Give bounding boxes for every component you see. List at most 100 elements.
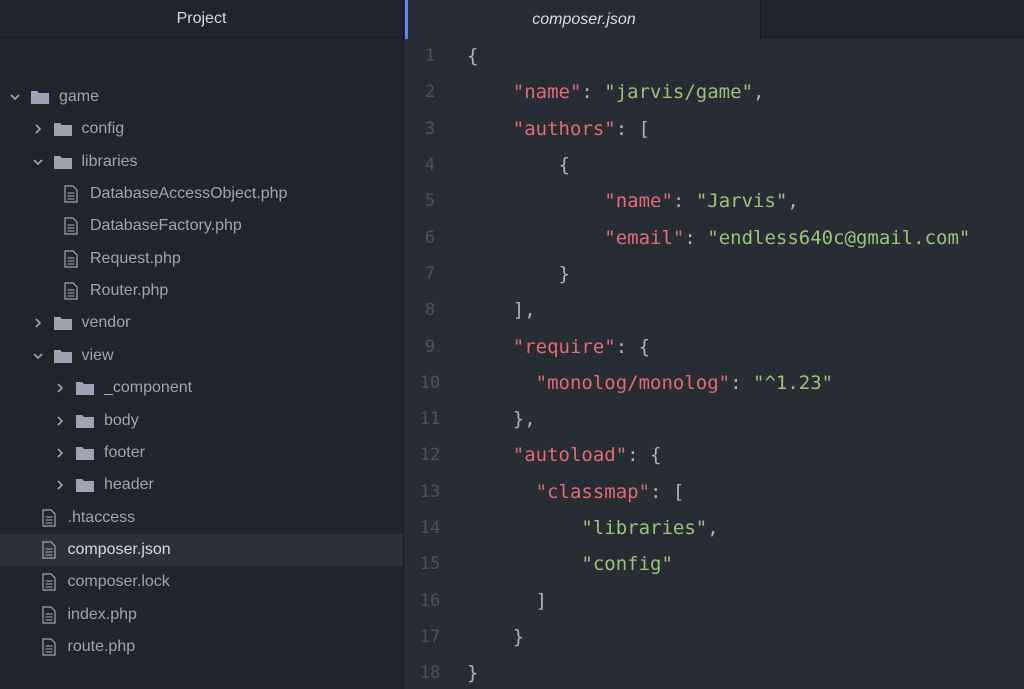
json-key-token: "email": [604, 226, 685, 249]
chevron-right-icon[interactable]: [53, 478, 67, 492]
tree-item-label: view: [81, 346, 114, 364]
code-line[interactable]: 8 ],: [405, 292, 1024, 328]
chevron-down-icon[interactable]: [31, 155, 45, 169]
tree-file-index-php[interactable]: index.php: [0, 599, 403, 631]
code-line[interactable]: 12 "autoload": {: [405, 437, 1024, 473]
file-text-icon: [61, 185, 81, 203]
code-line[interactable]: 13 "classmap": [: [405, 474, 1024, 510]
line-content: {: [455, 154, 570, 176]
tab-composer-json[interactable]: composer.json: [405, 0, 761, 39]
code-line[interactable]: 10 "monolog/monolog": "^1.23": [405, 365, 1024, 401]
json-key-token: "authors": [512, 117, 616, 140]
tree-view-panel: Project game config libraries DatabaseAcces…: [0, 0, 404, 689]
tree-file-htaccess[interactable]: .htaccess: [0, 502, 403, 534]
code-area[interactable]: 1{2 "name": "jarvis/game", 3 "authors": […: [405, 38, 1024, 689]
chevron-right-icon[interactable]: [31, 316, 45, 330]
code-line[interactable]: 9 "require": {: [405, 328, 1024, 364]
json-punctuation-token: ,: [787, 190, 799, 213]
line-content: }: [455, 263, 570, 285]
tree-folder-vendor[interactable]: vendor: [0, 307, 403, 339]
tree-item-label: route.php: [67, 637, 136, 655]
line-content: },: [455, 408, 536, 430]
tree-item-label: composer.lock: [67, 573, 170, 591]
chevron-down-icon[interactable]: [31, 349, 45, 363]
chevron-right-icon[interactable]: [31, 122, 45, 136]
tree-item-label: _component: [104, 379, 193, 397]
tree-item-label: header: [104, 476, 154, 494]
code-line[interactable]: 11 },: [405, 401, 1024, 437]
tree-item-label: body: [104, 411, 139, 429]
json-string-token: "libraries": [581, 517, 708, 540]
line-number: 8: [424, 300, 436, 321]
tree-item-label: libraries: [81, 152, 138, 170]
editor-pane: composer.json 1{2 "name": "jarvis/game",…: [405, 0, 1024, 689]
tree-item-label: index.php: [67, 605, 137, 623]
code-line[interactable]: 1{: [405, 38, 1024, 74]
tree-file-request-php[interactable]: Request.php: [0, 243, 403, 275]
code-line[interactable]: 18}: [405, 655, 1024, 689]
folder-icon: [75, 379, 95, 397]
file-text-icon: [39, 508, 59, 527]
code-line[interactable]: 16 ]: [405, 583, 1024, 619]
json-punctuation-token: }: [558, 262, 570, 285]
line-content: "authors": [: [455, 118, 650, 140]
tree-file-databaseaccessobject-php[interactable]: DatabaseAccessObject.php: [0, 178, 403, 210]
tree-file-databasefactory-php[interactable]: DatabaseFactory.php: [0, 210, 403, 242]
folder-icon: [53, 120, 73, 138]
line-content: }: [455, 626, 524, 648]
tree-folder-game[interactable]: game: [0, 81, 403, 113]
tree-item-label: Router.php: [90, 282, 169, 300]
tree-folder-header[interactable]: header: [0, 469, 403, 501]
line-number: 1: [424, 46, 436, 67]
tree-file-route-php[interactable]: route.php: [0, 631, 403, 663]
tree-file-composer-json[interactable]: composer.json: [0, 533, 403, 566]
code-line[interactable]: 2 "name": "jarvis/game",: [405, 74, 1024, 110]
json-punctuation-token: }: [467, 662, 479, 685]
tree-folder-libraries[interactable]: libraries: [0, 146, 403, 178]
tree-item-label: composer.json: [67, 540, 171, 558]
chevron-right-icon[interactable]: [53, 446, 67, 460]
line-number: 18: [419, 663, 441, 684]
chevron-right-icon[interactable]: [53, 414, 67, 428]
file-text-icon: [61, 282, 81, 300]
folder-icon: [30, 88, 50, 106]
tree-file-router-php[interactable]: Router.php: [0, 275, 403, 307]
code-line[interactable]: 3 "authors": [: [405, 111, 1024, 147]
code-line[interactable]: 17 }: [405, 619, 1024, 655]
tree-file-composer-lock[interactable]: composer.lock: [0, 566, 403, 598]
code-line[interactable]: 5 "name": "Jarvis",: [405, 183, 1024, 219]
tree-folder-component[interactable]: _component: [0, 372, 403, 404]
line-number: 6: [424, 227, 436, 248]
json-string-token: "jarvis/game": [604, 81, 754, 104]
code-line[interactable]: 14 "libraries",: [405, 510, 1024, 546]
line-content: ],: [455, 299, 536, 321]
line-number: 4: [424, 155, 436, 176]
line-number: 11: [419, 409, 441, 430]
tree-folder-footer[interactable]: footer: [0, 437, 403, 469]
project-panel-header[interactable]: Project: [0, 0, 403, 38]
tree-folder-view[interactable]: view: [0, 340, 403, 372]
tree-folder-body[interactable]: body: [0, 405, 403, 437]
code-line[interactable]: 6 "email": "endless640c@gmail.com": [405, 220, 1024, 256]
chevron-right-icon[interactable]: [53, 381, 67, 395]
folder-icon: [75, 476, 95, 494]
tree-folder-config[interactable]: config: [0, 113, 403, 145]
folder-icon: [53, 347, 73, 365]
file-text-icon: [39, 541, 59, 559]
code-line[interactable]: 15 "config": [405, 546, 1024, 582]
code-line[interactable]: 4 {: [405, 147, 1024, 183]
code-line[interactable]: 7 }: [405, 256, 1024, 292]
chevron-down-icon[interactable]: [8, 90, 22, 104]
line-content: "libraries",: [455, 517, 718, 540]
file-text-icon: [39, 605, 59, 624]
